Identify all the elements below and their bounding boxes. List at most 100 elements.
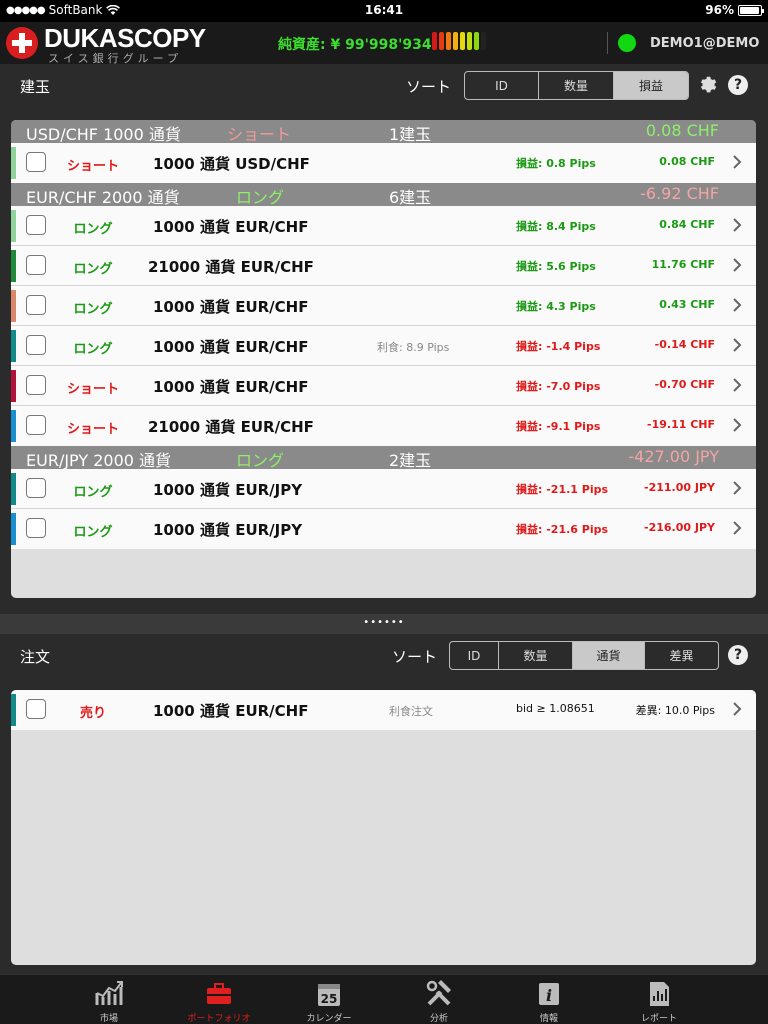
- position-group-header[interactable]: EUR/JPY 2000 通貨 ロング 2建玉 -427.00 JPY: [11, 446, 756, 470]
- tab-calendar[interactable]: 25 カレンダー: [274, 979, 384, 1024]
- orders-help-icon[interactable]: ?: [728, 645, 748, 665]
- position-row[interactable]: ロング 1000 通貨 EUR/CHF 損益: 4.3 Pips 0.43 CHF: [11, 286, 756, 326]
- chevron-right-icon[interactable]: [732, 520, 742, 536]
- orders-sort-option[interactable]: 差異: [645, 642, 718, 669]
- position-row[interactable]: ロング 1000 通貨 EUR/CHF 利食: 8.9 Pips 損益: -1.4 P…: [11, 326, 756, 366]
- tab-report[interactable]: レポート: [604, 979, 714, 1024]
- app-header: DUKASCOPY スイス銀行グループ 純資産: ¥ 99'998'934 DE…: [0, 22, 768, 65]
- orders-sort-option[interactable]: 数量: [499, 642, 573, 669]
- briefcase-icon: [204, 979, 234, 1009]
- meter-bar: [460, 32, 465, 50]
- position-row[interactable]: ロング 1000 通貨 EUR/CHF 損益: 8.4 Pips 0.84 CHF: [11, 206, 756, 246]
- chevron-right-icon[interactable]: [732, 417, 742, 433]
- meter-bar: [439, 32, 444, 50]
- row-amount: 0.84 CHF: [659, 218, 715, 231]
- meter-bar: [432, 32, 437, 50]
- split-resize-handle[interactable]: ••••••: [0, 614, 768, 634]
- row-checkbox[interactable]: [26, 152, 46, 172]
- positions-help-icon[interactable]: ?: [728, 75, 748, 95]
- row-difference: 差異: 10.0 Pips: [635, 704, 715, 717]
- row-side: ショート: [66, 159, 119, 174]
- position-row[interactable]: ショート 1000 通貨 EUR/CHF 損益: -7.0 Pips -0.70 CH…: [11, 366, 756, 406]
- row-condition: bid ≥ 1.08651: [516, 702, 595, 715]
- header-divider: [607, 32, 608, 54]
- positions-list: USD/CHF 1000 通貨 ショート 1建玉 0.08 CHF ショート 1000 通…: [11, 120, 756, 598]
- tab-chart[interactable]: 市場: [54, 979, 164, 1024]
- orders-list: 売り 1000 通貨 EUR/CHF 利食注文 bid ≥ 1.08651 差異: 10…: [11, 690, 756, 965]
- row-pips: 損益: 5.6 Pips: [516, 260, 596, 273]
- row-instrument: 1000 通貨 USD/CHF: [153, 155, 310, 173]
- row-pips: 損益: -21.1 Pips: [516, 483, 609, 496]
- calendar-icon: 25: [314, 979, 344, 1009]
- orders-sort-option[interactable]: 通貨: [573, 642, 645, 669]
- svg-text:i: i: [546, 986, 552, 1005]
- group-total: -427.00 JPY: [628, 447, 719, 466]
- chevron-right-icon[interactable]: [732, 377, 742, 393]
- row-pips: 損益: 4.3 Pips: [516, 300, 596, 313]
- order-row[interactable]: 売り 1000 通貨 EUR/CHF 利食注文 bid ≥ 1.08651 差異: 10…: [11, 690, 756, 730]
- group-total: -6.92 CHF: [640, 184, 719, 203]
- position-row[interactable]: ロング 1000 通貨 EUR/JPY 損益: -21.6 Pips -216.00 …: [11, 509, 756, 549]
- positions-sort-option[interactable]: 数量: [539, 72, 614, 99]
- tab-info[interactable]: i 情報: [494, 979, 604, 1024]
- position-row[interactable]: ショート 21000 通貨 EUR/CHF 損益: -9.1 Pips -19.11 …: [11, 406, 756, 446]
- row-instrument: 21000 通貨 EUR/CHF: [148, 258, 314, 276]
- connection-status-icon: [618, 34, 636, 52]
- row-checkbox[interactable]: [26, 699, 46, 719]
- group-count: 6建玉: [389, 188, 432, 207]
- row-instrument: 1000 通貨 EUR/CHF: [153, 338, 309, 356]
- tab-tools[interactable]: 分析: [384, 979, 494, 1024]
- positions-sort-option[interactable]: 損益: [614, 72, 688, 99]
- row-instrument: 1000 通貨 EUR/CHF: [153, 702, 309, 720]
- row-checkbox[interactable]: [26, 335, 46, 355]
- row-checkbox[interactable]: [26, 415, 46, 435]
- chevron-right-icon[interactable]: [732, 337, 742, 353]
- chevron-right-icon[interactable]: [732, 297, 742, 313]
- group-side: ロング: [236, 188, 285, 207]
- row-color-stripe: [11, 250, 16, 282]
- row-checkbox[interactable]: [26, 518, 46, 538]
- position-group-header[interactable]: USD/CHF 1000 通貨 ショート 1建玉 0.08 CHF: [11, 120, 756, 144]
- chevron-right-icon[interactable]: [732, 154, 742, 170]
- row-amount: -0.14 CHF: [654, 338, 715, 351]
- tab-label: レポート: [640, 1014, 677, 1024]
- orders-sort-option[interactable]: ID: [450, 642, 499, 669]
- row-amount: -19.11 CHF: [647, 418, 715, 431]
- row-checkbox[interactable]: [26, 375, 46, 395]
- row-color-stripe: [11, 694, 16, 726]
- chevron-right-icon[interactable]: [732, 257, 742, 273]
- account-name[interactable]: DEMO1@DEMO: [650, 36, 759, 51]
- position-row[interactable]: ロング 1000 通貨 EUR/JPY 損益: -21.1 Pips -211.00 …: [11, 469, 756, 509]
- chevron-right-icon[interactable]: [732, 701, 742, 717]
- position-group-header[interactable]: EUR/CHF 2000 通貨 ロング 6建玉 -6.92 CHF: [11, 183, 756, 207]
- gear-icon[interactable]: [698, 74, 719, 95]
- orders-sort-segmented-control: ID 数量 通貨 差異: [449, 641, 719, 670]
- row-checkbox[interactable]: [26, 255, 46, 275]
- meter-bar: [474, 32, 479, 50]
- info-icon: i: [534, 979, 564, 1009]
- group-total: 0.08 CHF: [645, 121, 719, 140]
- positions-sort-segmented-control: ID 数量 損益: [464, 71, 689, 100]
- row-side: ショート: [66, 382, 119, 397]
- positions-sort-option[interactable]: ID: [465, 72, 539, 99]
- row-side: ロング: [73, 262, 113, 277]
- battery-percent: 96%: [705, 3, 734, 17]
- row-checkbox[interactable]: [26, 295, 46, 315]
- position-row[interactable]: ロング 21000 通貨 EUR/CHF 損益: 5.6 Pips 11.76 CHF: [11, 246, 756, 286]
- row-pips: 損益: -9.1 Pips: [516, 420, 601, 433]
- chevron-right-icon[interactable]: [732, 217, 742, 233]
- meter-bar: [453, 32, 458, 50]
- row-side: ロング: [73, 525, 113, 540]
- positions-sort-label: ソート: [406, 78, 452, 96]
- row-checkbox[interactable]: [26, 215, 46, 235]
- chevron-right-icon[interactable]: [732, 480, 742, 496]
- row-amount: 11.76 CHF: [651, 258, 715, 271]
- report-icon: [644, 979, 674, 1009]
- row-amount: -0.70 CHF: [654, 378, 715, 391]
- bottom-tab-bar: 市場 ポートフォリオ 25 カレンダー 分析 i 情報 レポート: [0, 974, 768, 1024]
- row-side: ロング: [73, 342, 113, 357]
- tab-briefcase[interactable]: ポートフォリオ: [164, 979, 274, 1024]
- row-checkbox[interactable]: [26, 478, 46, 498]
- position-row[interactable]: ショート 1000 通貨 USD/CHF 損益: 0.8 Pips 0.08 CHF: [11, 143, 756, 183]
- brand-logo: DUKASCOPY: [44, 23, 206, 53]
